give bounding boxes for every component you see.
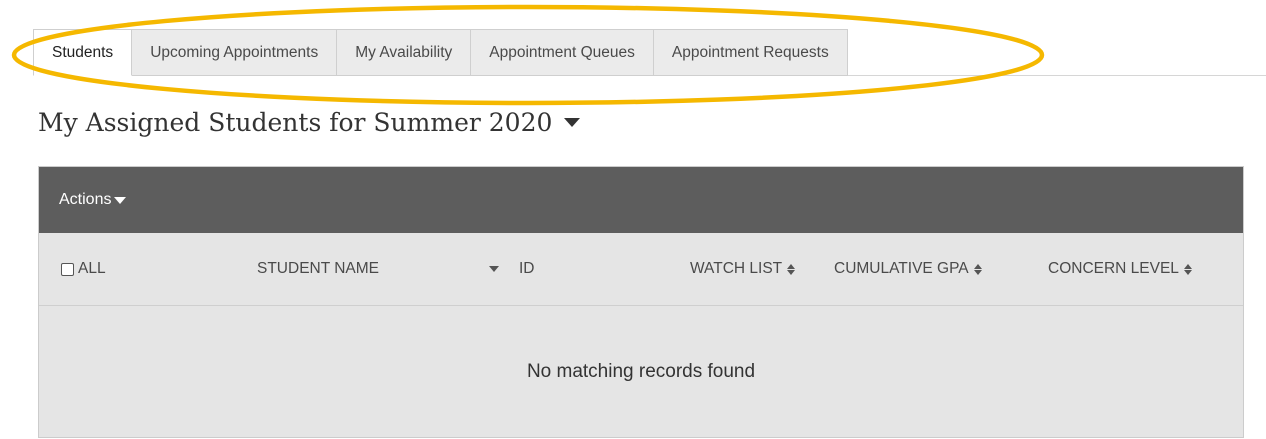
empty-state-message: No matching records found: [39, 306, 1243, 438]
tab-bar: Students Upcoming Appointments My Availa…: [33, 29, 1266, 76]
column-header-concern-level[interactable]: CONCERN LEVEL: [1048, 233, 1192, 305]
watch-list-label: WATCH LIST: [690, 260, 783, 277]
sort-icon: [1183, 263, 1192, 275]
tab-students[interactable]: Students: [33, 29, 133, 76]
cumulative-gpa-label: CUMULATIVE GPA: [834, 260, 969, 277]
column-header-watch-list[interactable]: WATCH LIST: [690, 233, 796, 305]
actions-dropdown-button[interactable]: Actions: [59, 191, 127, 209]
table-toolbar: Actions: [39, 167, 1243, 233]
tab-upcoming-appointments[interactable]: Upcoming Appointments: [132, 29, 338, 76]
id-label: ID: [519, 260, 535, 277]
tab-appointment-queues[interactable]: Appointment Queues: [471, 29, 654, 76]
caret-down-icon[interactable]: [564, 118, 581, 127]
actions-label: Actions: [59, 191, 112, 208]
page-title: My Assigned Students for Summer 2020: [38, 108, 553, 137]
tab-appointment-requests[interactable]: Appointment Requests: [653, 29, 848, 76]
select-all-label: ALL: [78, 260, 106, 277]
checkbox-icon[interactable]: [61, 262, 74, 276]
sort-icon: [787, 263, 796, 275]
table-header-row: ALL STUDENT NAME ID WATCH LIST CUMULATIV…: [39, 233, 1243, 306]
column-header-id[interactable]: ID: [519, 233, 535, 305]
empty-message-text: No matching records found: [526, 361, 756, 382]
select-all-checkbox[interactable]: ALL: [61, 233, 106, 305]
caret-down-icon: [114, 196, 127, 204]
tab-my-availability[interactable]: My Availability: [337, 29, 472, 76]
column-header-cumulative-gpa[interactable]: CUMULATIVE GPA: [834, 233, 982, 305]
student-name-sort-button[interactable]: [489, 233, 499, 305]
concern-level-label: CONCERN LEVEL: [1048, 260, 1179, 277]
sort-icon: [973, 263, 982, 275]
chevron-down-icon: [489, 266, 499, 272]
page-title-container: My Assigned Students for Summer 2020: [38, 108, 581, 137]
student-name-label: STUDENT NAME: [257, 260, 380, 277]
students-table: Actions ALL STUDENT NAME ID WATCH LIST C…: [38, 166, 1244, 438]
column-header-student-name[interactable]: STUDENT NAME: [257, 233, 379, 305]
